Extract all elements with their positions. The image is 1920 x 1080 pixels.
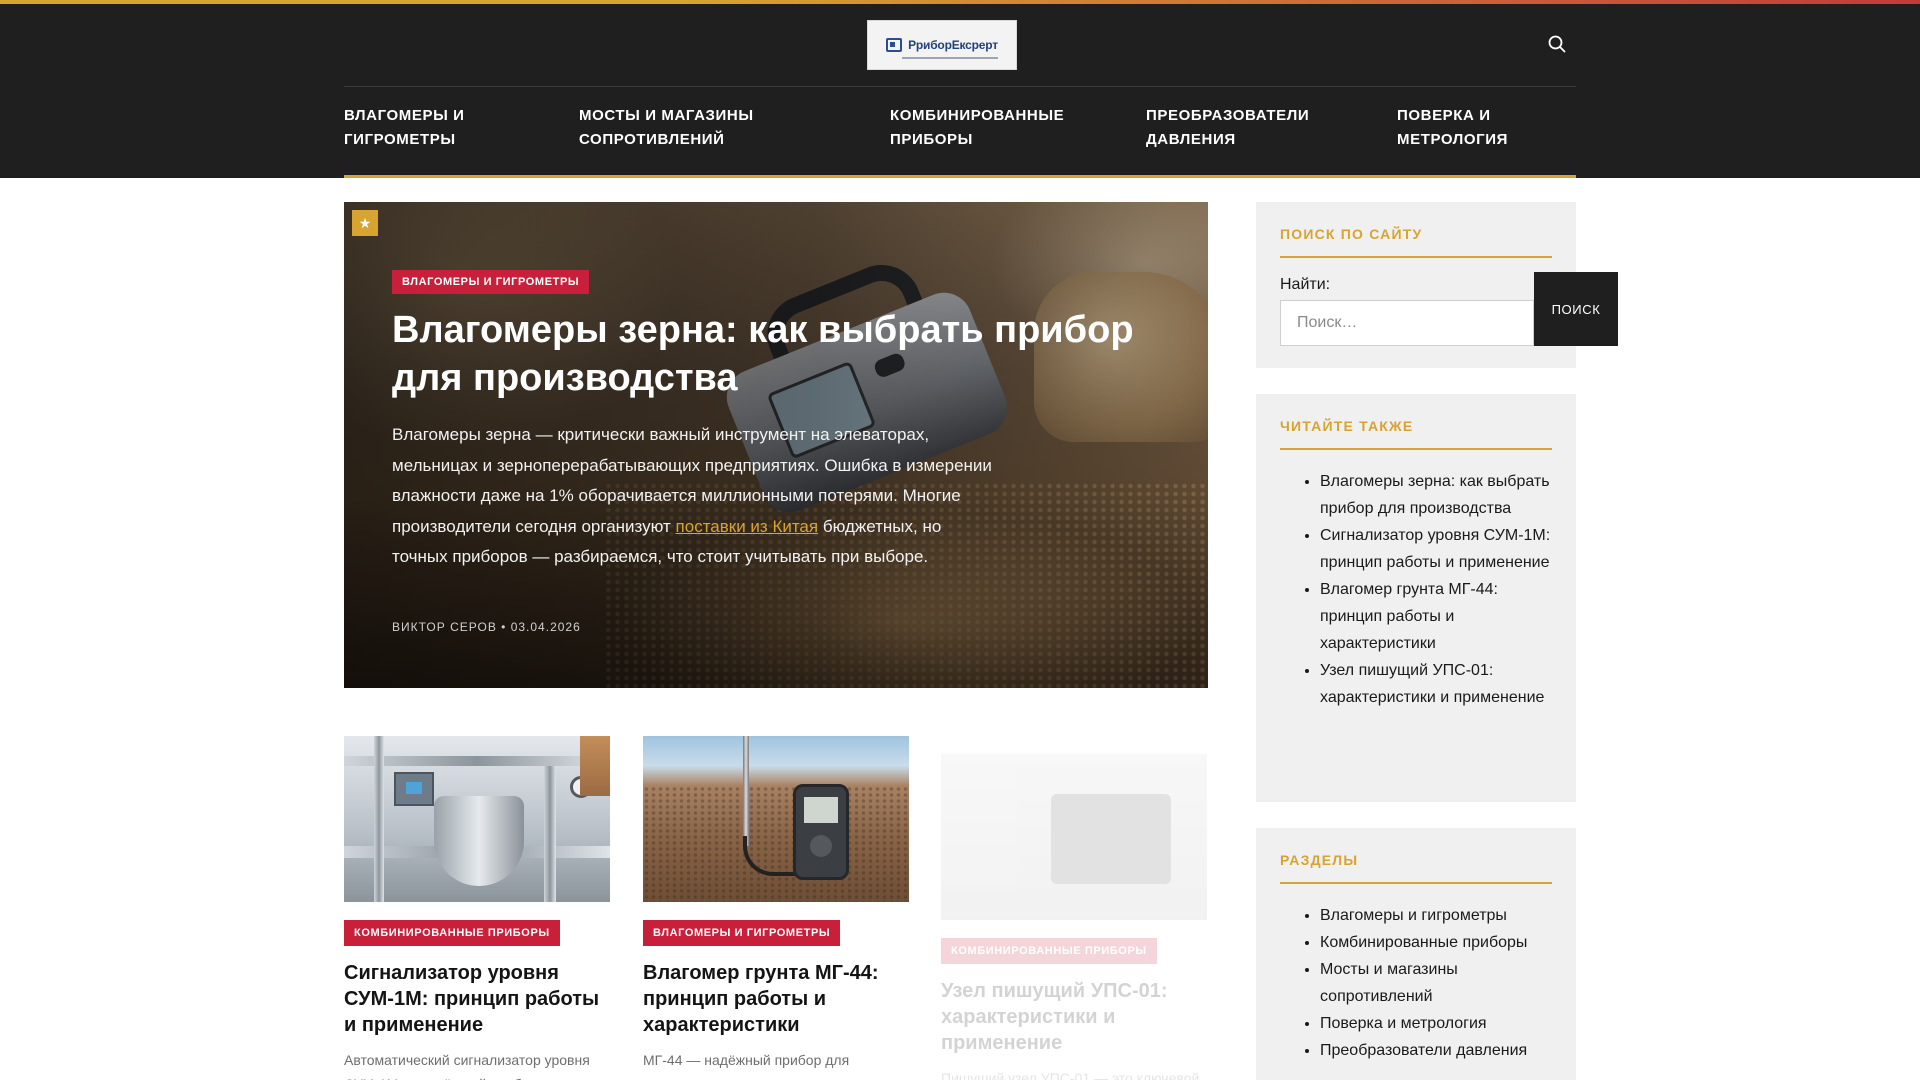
related-post-item: Сигнализатор уровня СУМ-1М: принцип рабо… [1320,522,1552,576]
widget-title: ЧИТАЙТЕ ТАКЖЕ [1280,418,1552,450]
post-category-badge[interactable]: ВЛАГОМЕРЫ И ГИГРОМЕТРЫ [643,920,841,946]
categories-list: Влагомеры и гигрометры Комбинированные п… [1280,902,1552,1064]
related-posts-widget: ЧИТАЙТЕ ТАКЖЕ Влагомеры зерна: как выбра… [1256,394,1576,802]
hero-category-badge[interactable]: ВЛАГОМЕРЫ И ГИГРОМЕТРЫ [392,270,590,294]
post-thumbnail[interactable] [344,736,610,902]
category-item: Преобразователи давления [1320,1037,1552,1064]
post-thumbnail[interactable] [941,754,1207,920]
post-thumbnail[interactable] [643,736,909,902]
category-link[interactable]: Мосты и магазины сопротивлений [1320,961,1458,1005]
post-excerpt: МГ-44 — надёжный прибор для измерения вл… [643,1052,851,1080]
category-link[interactable]: Комбинированные приборы [1320,934,1527,951]
category-item: Мосты и магазины сопротивлений [1320,956,1552,1010]
related-post-link[interactable]: Узел пишущий УПС-01: характеристики и пр… [1320,662,1544,706]
category-link[interactable]: Влагомеры и гигрометры [1320,907,1507,924]
search-toggle-button[interactable] [1545,32,1569,56]
category-item: Поверка и метрология [1320,1010,1552,1037]
related-post-link[interactable]: Влагомеры зерна: как выбрать прибор для … [1320,473,1550,517]
post-excerpt: Автоматический сигнализатор уровня СУМ-1… [344,1052,600,1080]
logo-icon [886,38,903,52]
post-category-badge[interactable]: КОМБИНИРОВАННЫЕ ПРИБОРЫ [344,920,560,946]
widget-title: РАЗДЕЛЫ [1280,852,1552,884]
logo-text: РриборЕксрерт [908,38,998,52]
featured-star-icon: ★ [352,210,378,236]
search-submit-button[interactable]: ПОИСК [1534,272,1618,346]
post-title[interactable]: Сигнализатор уровня СУМ-1М: принцип рабо… [344,960,610,1038]
search-icon [1548,35,1566,53]
categories-widget: РАЗДЕЛЫ Влагомеры и гигрометры Комбиниро… [1256,828,1576,1080]
hero-title[interactable]: Влагомеры зерна: как выбрать прибор для … [392,306,1172,402]
featured-post[interactable]: ★ ВЛАГОМЕРЫ И ГИГРОМЕТРЫ Влагомеры зерна… [344,202,1208,688]
post-card[interactable]: КОМБИНИРОВАННЫЕ ПРИБОРЫ Сигнализатор уро… [344,736,610,1080]
related-post-link[interactable]: Влагомер грунта МГ-44: принцип работы и … [1320,581,1498,652]
related-post-item: Влагомеры зерна: как выбрать прибор для … [1320,468,1552,522]
nav-item-combined-devices[interactable]: КОМБИНИРОВАННЫЕ ПРИБОРЫ [890,104,1064,152]
nav-item-moisture-meters[interactable]: ВЛАГОМЕРЫ И ГИГРОМЕТРЫ [344,104,465,152]
post-card[interactable]: КОМБИНИРОВАННЫЕ ПРИБОРЫ Узел пишущий УПС… [941,754,1207,1080]
category-link[interactable]: Преобразователи давления [1320,1042,1527,1059]
site-header: РриборЕксрерт ВЛАГОМЕРЫ И ГИГРОМЕТРЫ МОС… [0,0,1920,178]
search-label: Найти: [1280,276,1331,293]
related-post-item: Влагомер грунта МГ-44: принцип работы и … [1320,576,1552,657]
hero-excerpt-link[interactable]: поставки из Китая [676,517,819,536]
category-item: Влагомеры и гигрометры [1320,902,1552,929]
category-item: Комбинированные приборы [1320,929,1552,956]
header-accent-line [0,0,1920,4]
post-card[interactable]: ВЛАГОМЕРЫ И ГИГРОМЕТРЫ Влагомер грунта М… [643,736,909,1080]
related-posts-list: Влагомеры зерна: как выбрать прибор для … [1280,468,1552,711]
widget-title: ПОИСК ПО САЙТУ [1280,226,1552,258]
site-logo[interactable]: РриборЕксрерт [867,20,1017,70]
post-excerpt: Пишущий узел УПС-01 — это ключевой [941,1070,1200,1080]
category-link[interactable]: Поверка и метрология [1320,1015,1487,1032]
search-input[interactable] [1280,300,1534,346]
nav-item-resistance-bridges[interactable]: МОСТЫ И МАГАЗИНЫ СОПРОТИВЛЕНИЙ [579,104,754,152]
related-post-link[interactable]: Сигнализатор уровня СУМ-1М: принцип рабо… [1320,527,1550,571]
nav-item-pressure-transducers[interactable]: ПРЕОБРАЗОВАТЕЛИ ДАВЛЕНИЯ [1146,104,1309,152]
post-title[interactable]: Влагомер грунта МГ-44: принцип работы и … [643,960,909,1038]
logo-tagline-line [902,57,998,59]
related-post-item: Узел пишущий УПС-01: характеристики и пр… [1320,657,1552,711]
post-title[interactable]: Узел пишущий УПС-01: характеристики и пр… [941,978,1207,1056]
nav-underline [344,175,1576,178]
hero-meta: ВИКТОР СЕРОВ • 03.04.2026 [392,620,581,634]
post-category-badge[interactable]: КОМБИНИРОВАННЫЕ ПРИБОРЫ [941,938,1157,964]
search-widget: ПОИСК ПО САЙТУ Найти: ПОИСК [1256,202,1618,368]
main-nav: ВЛАГОМЕРЫ И ГИГРОМЕТРЫ МОСТЫ И МАГАЗИНЫ … [344,104,1576,156]
header-divider [344,86,1576,87]
hero-excerpt: Влагомеры зерна — критически важный инст… [392,420,992,573]
nav-item-verification[interactable]: ПОВЕРКА И МЕТРОЛОГИЯ [1397,104,1508,152]
